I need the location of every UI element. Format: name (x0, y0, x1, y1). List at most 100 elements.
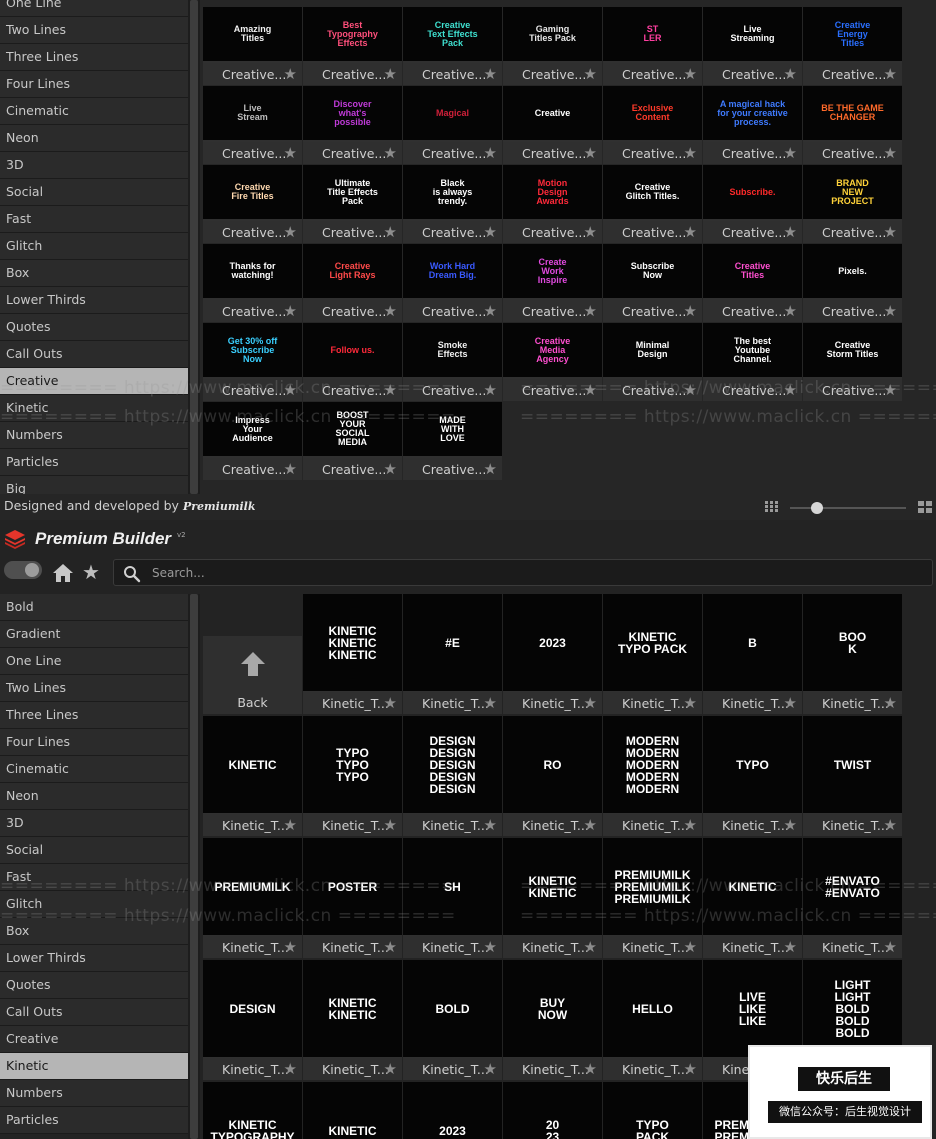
template-thumbnail[interactable]: LIGHT LIGHT BOLD BOLD BOLD (803, 960, 902, 1057)
bottom-category-gradient[interactable]: Gradient (0, 621, 188, 648)
favorite-star-icon[interactable]: ★ (584, 302, 597, 320)
top-category-neon[interactable]: Neon (0, 125, 188, 152)
template-thumbnail[interactable]: TYPO (703, 716, 802, 813)
favorite-star-icon[interactable]: ★ (384, 1060, 397, 1078)
favorite-star-icon[interactable]: ★ (284, 65, 297, 83)
search-box[interactable] (113, 559, 933, 586)
template-thumbnail[interactable]: KINETIC (203, 716, 302, 813)
template-thumbnail[interactable]: Work Hard Dream Big. (403, 244, 502, 298)
favorite-star-icon[interactable]: ★ (284, 302, 297, 320)
bottom-category-two-lines[interactable]: Two Lines (0, 675, 188, 702)
favorite-star-icon[interactable]: ★ (484, 223, 497, 241)
top-category-one-line[interactable]: One Line (0, 0, 188, 17)
back-button[interactable]: Back (203, 636, 302, 714)
bottom-category-call-outs[interactable]: Call Outs (0, 999, 188, 1026)
top-category-fast[interactable]: Fast (0, 206, 188, 233)
template-tile[interactable]: Black is always trendy. Creative... ★ (403, 165, 502, 243)
favorite-star-icon[interactable]: ★ (784, 302, 797, 320)
template-tile[interactable]: Create Work Inspire Creative... ★ (503, 244, 602, 322)
template-tile[interactable]: SH Kinetic_T... ★ (403, 838, 502, 958)
template-tile[interactable]: 2023 (403, 1082, 502, 1139)
template-tile[interactable]: KINETIC TYPOGRAPHY (203, 1082, 302, 1139)
favorite-star-icon[interactable]: ★ (284, 1060, 297, 1078)
template-thumbnail[interactable]: #E (403, 594, 502, 691)
top-category-quotes[interactable]: Quotes (0, 314, 188, 341)
home-icon[interactable] (52, 562, 74, 584)
bottom-category-kinetic[interactable]: Kinetic (0, 1053, 188, 1080)
template-tile[interactable]: KINETIC Kinetic_T... ★ (203, 716, 302, 836)
template-tile[interactable]: Pixels. Creative... ★ (803, 244, 902, 322)
template-tile[interactable]: BRAND NEW PROJECT Creative... ★ (803, 165, 902, 243)
template-thumbnail[interactable]: Discover what's possible (303, 86, 402, 140)
template-thumbnail[interactable]: A magical hack for your creative process… (703, 86, 802, 140)
template-tile[interactable]: Live Streaming Creative... ★ (703, 7, 802, 85)
favorite-star-icon[interactable]: ★ (584, 816, 597, 834)
favorite-star-icon[interactable]: ★ (884, 223, 897, 241)
favorite-star-icon[interactable]: ★ (784, 144, 797, 162)
favorite-star-icon[interactable]: ★ (484, 381, 497, 399)
favorite-star-icon[interactable]: ★ (484, 460, 497, 478)
template-tile[interactable]: Gaming Titles Pack Creative... ★ (503, 7, 602, 85)
favorite-star-icon[interactable]: ★ (484, 302, 497, 320)
favorite-star-icon[interactable]: ★ (884, 302, 897, 320)
template-thumbnail[interactable]: ST LER (603, 7, 702, 61)
bottom-category-bold[interactable]: Bold (0, 594, 188, 621)
bottom-category-cinematic[interactable]: Cinematic (0, 756, 188, 783)
template-thumbnail[interactable]: Magical (403, 86, 502, 140)
top-category-social[interactable]: Social (0, 179, 188, 206)
template-tile[interactable]: BUY NOW Kinetic_T... ★ (503, 960, 602, 1080)
template-thumbnail[interactable]: Subscribe Now (603, 244, 702, 298)
favorite-star-icon[interactable]: ★ (484, 65, 497, 83)
template-tile[interactable]: Best Typography Effects Creative... ★ (303, 7, 402, 85)
favorite-star-icon[interactable]: ★ (484, 938, 497, 956)
favorite-star-icon[interactable]: ★ (784, 694, 797, 712)
favorites-star-icon[interactable]: ★ (82, 561, 100, 583)
template-tile[interactable]: POSTER Kinetic_T... ★ (303, 838, 402, 958)
template-thumbnail[interactable]: BUY NOW (503, 960, 602, 1057)
template-thumbnail[interactable]: HELLO (603, 960, 702, 1057)
favorite-star-icon[interactable]: ★ (384, 65, 397, 83)
template-tile[interactable]: Creative Energy Titles Creative... ★ (803, 7, 902, 85)
favorite-star-icon[interactable]: ★ (884, 816, 897, 834)
template-thumbnail[interactable]: Creative Titles (703, 244, 802, 298)
favorite-star-icon[interactable]: ★ (384, 144, 397, 162)
favorite-star-icon[interactable]: ★ (484, 816, 497, 834)
template-tile[interactable]: KINETIC KINETIC KINETIC Kinetic_T... ★ (303, 594, 402, 714)
bottom-category-one-line[interactable]: One Line (0, 648, 188, 675)
favorite-star-icon[interactable]: ★ (284, 816, 297, 834)
favorite-star-icon[interactable]: ★ (784, 223, 797, 241)
template-tile[interactable]: TYPO TYPO TYPO Kinetic_T... ★ (303, 716, 402, 836)
template-tile[interactable]: TYPO PACK (603, 1082, 702, 1139)
template-tile[interactable]: Work Hard Dream Big. Creative... ★ (403, 244, 502, 322)
template-thumbnail[interactable]: Creative Light Rays (303, 244, 402, 298)
template-thumbnail[interactable]: B (703, 594, 802, 691)
template-thumbnail[interactable]: Minimal Design (603, 323, 702, 377)
top-category-call-outs[interactable]: Call Outs (0, 341, 188, 368)
bottom-sidebar-scrollbar[interactable] (188, 594, 200, 1139)
template-thumbnail[interactable]: BOLD (403, 960, 502, 1057)
template-thumbnail[interactable]: Creative Media Agency (503, 323, 602, 377)
template-thumbnail[interactable]: DESIGN (203, 960, 302, 1057)
template-tile[interactable]: #ENVATO #ENVATO Kinetic_T... ★ (803, 838, 902, 958)
template-thumbnail[interactable]: TYPO PACK (603, 1082, 702, 1139)
top-category-glitch[interactable]: Glitch (0, 233, 188, 260)
template-tile[interactable]: KINETIC Kinetic_T... ★ (703, 838, 802, 958)
bottom-category-neon[interactable]: Neon (0, 783, 188, 810)
template-thumbnail[interactable]: 2023 (503, 594, 602, 691)
favorite-star-icon[interactable]: ★ (384, 302, 397, 320)
favorite-star-icon[interactable]: ★ (584, 1060, 597, 1078)
template-tile[interactable]: 20 23 (503, 1082, 602, 1139)
search-input[interactable] (152, 564, 912, 582)
large-grid-icon[interactable] (918, 501, 932, 513)
template-thumbnail[interactable]: KINETIC (303, 1082, 402, 1139)
template-tile[interactable]: KINETIC KINETIC Kinetic_T... ★ (503, 838, 602, 958)
template-tile[interactable]: DESIGN Kinetic_T... ★ (203, 960, 302, 1080)
top-category-particles[interactable]: Particles (0, 449, 188, 476)
template-thumbnail[interactable]: KINETIC TYPO PACK (603, 594, 702, 691)
template-thumbnail[interactable]: Pixels. (803, 244, 902, 298)
template-thumbnail[interactable]: Black is always trendy. (403, 165, 502, 219)
template-thumbnail[interactable]: Creative (503, 86, 602, 140)
template-thumbnail[interactable]: Creative Energy Titles (803, 7, 902, 61)
template-thumbnail[interactable]: KINETIC KINETIC (303, 960, 402, 1057)
template-thumbnail[interactable]: Subscribe. (703, 165, 802, 219)
